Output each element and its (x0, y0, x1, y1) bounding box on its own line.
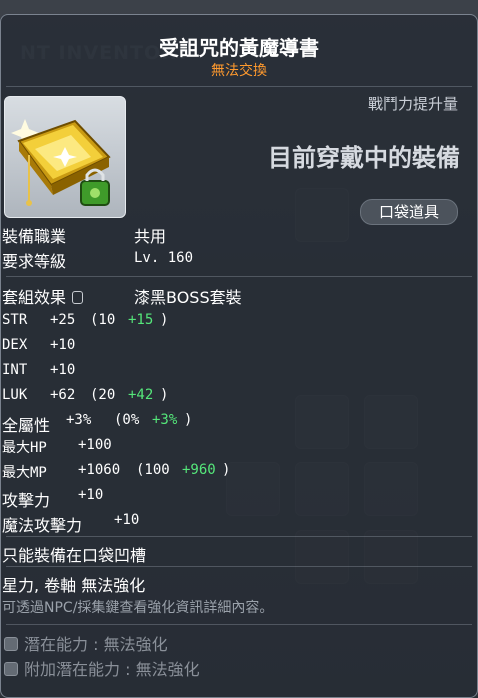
divider (6, 536, 472, 537)
stat-base: (20 (90, 387, 116, 403)
item-name: 受詛咒的黃魔導書 (159, 36, 319, 60)
stat-total: +25 (50, 312, 76, 328)
stat-row-matt: 魔法攻擊力 +10 (2, 512, 139, 536)
stat-bonus: +42 (128, 387, 154, 403)
stat-base: (100 (136, 462, 170, 478)
item-icon-frame (4, 96, 126, 218)
stat-name: LUK (2, 387, 28, 403)
set-row: 套組效果 漆黑BOSS套裝 (2, 284, 242, 308)
stat-bonus: +3% (152, 412, 178, 428)
additional-potential-row: 附加潛在能力 : 無法強化 (4, 656, 200, 680)
power-increase-label: 戰鬥力提升量 (367, 95, 458, 113)
npc-info-note: 可透過NPC/採集鍵查看強化資訊詳細內容。 (2, 600, 274, 616)
level-row: 要求等級 Lv. 160 (2, 248, 193, 272)
pocket-item-badge: 口袋道具 (360, 199, 458, 225)
level-value: Lv. 160 (134, 250, 194, 266)
additional-potential-icon (4, 662, 18, 676)
stat-total: +1060 (78, 462, 121, 478)
lock-icon (72, 291, 84, 304)
stat-total: +3% (66, 412, 92, 428)
level-label: 要求等級 (2, 252, 67, 271)
stat-row-att: 攻擊力 +10 (2, 487, 103, 511)
stat-total: +10 (50, 337, 76, 353)
potential-row: 潛在能力 : 無法強化 (4, 631, 168, 655)
stat-name: 最大MP (2, 465, 47, 481)
stat-row-mp: 最大MP +1060 (100 +960 ) (2, 462, 230, 482)
stat-row-luk: LUK +62 (20 +42 ) (2, 387, 168, 403)
potential-label: 潛在能力 : 無法強化 (24, 635, 168, 654)
magic-book-icon (11, 119, 111, 206)
stat-name: 魔法攻擊力 (2, 516, 83, 535)
stat-name: INT (2, 362, 28, 378)
stat-close: ) (222, 462, 231, 478)
pocket-only-note: 只能裝備在口袋凹槽 (2, 546, 147, 565)
stat-bonus: +960 (182, 462, 216, 478)
stat-close: ) (160, 387, 169, 403)
stat-close: ) (160, 312, 169, 328)
set-label: 套組效果 (2, 288, 67, 307)
stat-total: +10 (114, 512, 140, 528)
divider (6, 566, 472, 567)
job-row: 裝備職業 共用 (2, 223, 166, 247)
set-value: 漆黑BOSS套裝 (134, 288, 242, 307)
stat-name: 攻擊力 (2, 491, 51, 510)
stat-row-dex: DEX +10 (2, 337, 75, 353)
stat-name: 全屬性 (2, 416, 51, 435)
stat-row-hp: 最大HP +100 (2, 437, 112, 457)
stat-row-all: 全屬性 +3% (0% +3% ) (2, 412, 192, 436)
stat-total: +10 (50, 362, 76, 378)
stat-row-str: STR +25 (10 +15 ) (2, 312, 168, 328)
stat-close: ) (184, 412, 193, 428)
stat-row-int: INT +10 (2, 362, 75, 378)
divider (6, 624, 472, 625)
stat-total: +100 (78, 437, 112, 453)
job-value: 共用 (134, 227, 167, 246)
currently-equipped-text: 目前穿戴中的裝備 (268, 144, 460, 172)
stat-name: 最大HP (2, 440, 47, 456)
additional-potential-label: 附加潛在能力 : 無法強化 (24, 660, 200, 679)
stat-base: (0% (114, 412, 140, 428)
stat-name: STR (2, 312, 28, 328)
stat-bonus: +15 (128, 312, 154, 328)
job-label: 裝備職業 (2, 227, 67, 246)
stat-name: DEX (2, 337, 28, 353)
divider (6, 276, 472, 277)
potential-icon (4, 637, 18, 651)
divider (6, 86, 472, 87)
trade-status: 無法交換 (211, 63, 267, 79)
stat-base: (10 (90, 312, 116, 328)
star-scroll-note: 星力, 卷軸 無法強化 (2, 576, 146, 595)
stat-total: +10 (78, 487, 104, 503)
stat-total: +62 (50, 387, 76, 403)
